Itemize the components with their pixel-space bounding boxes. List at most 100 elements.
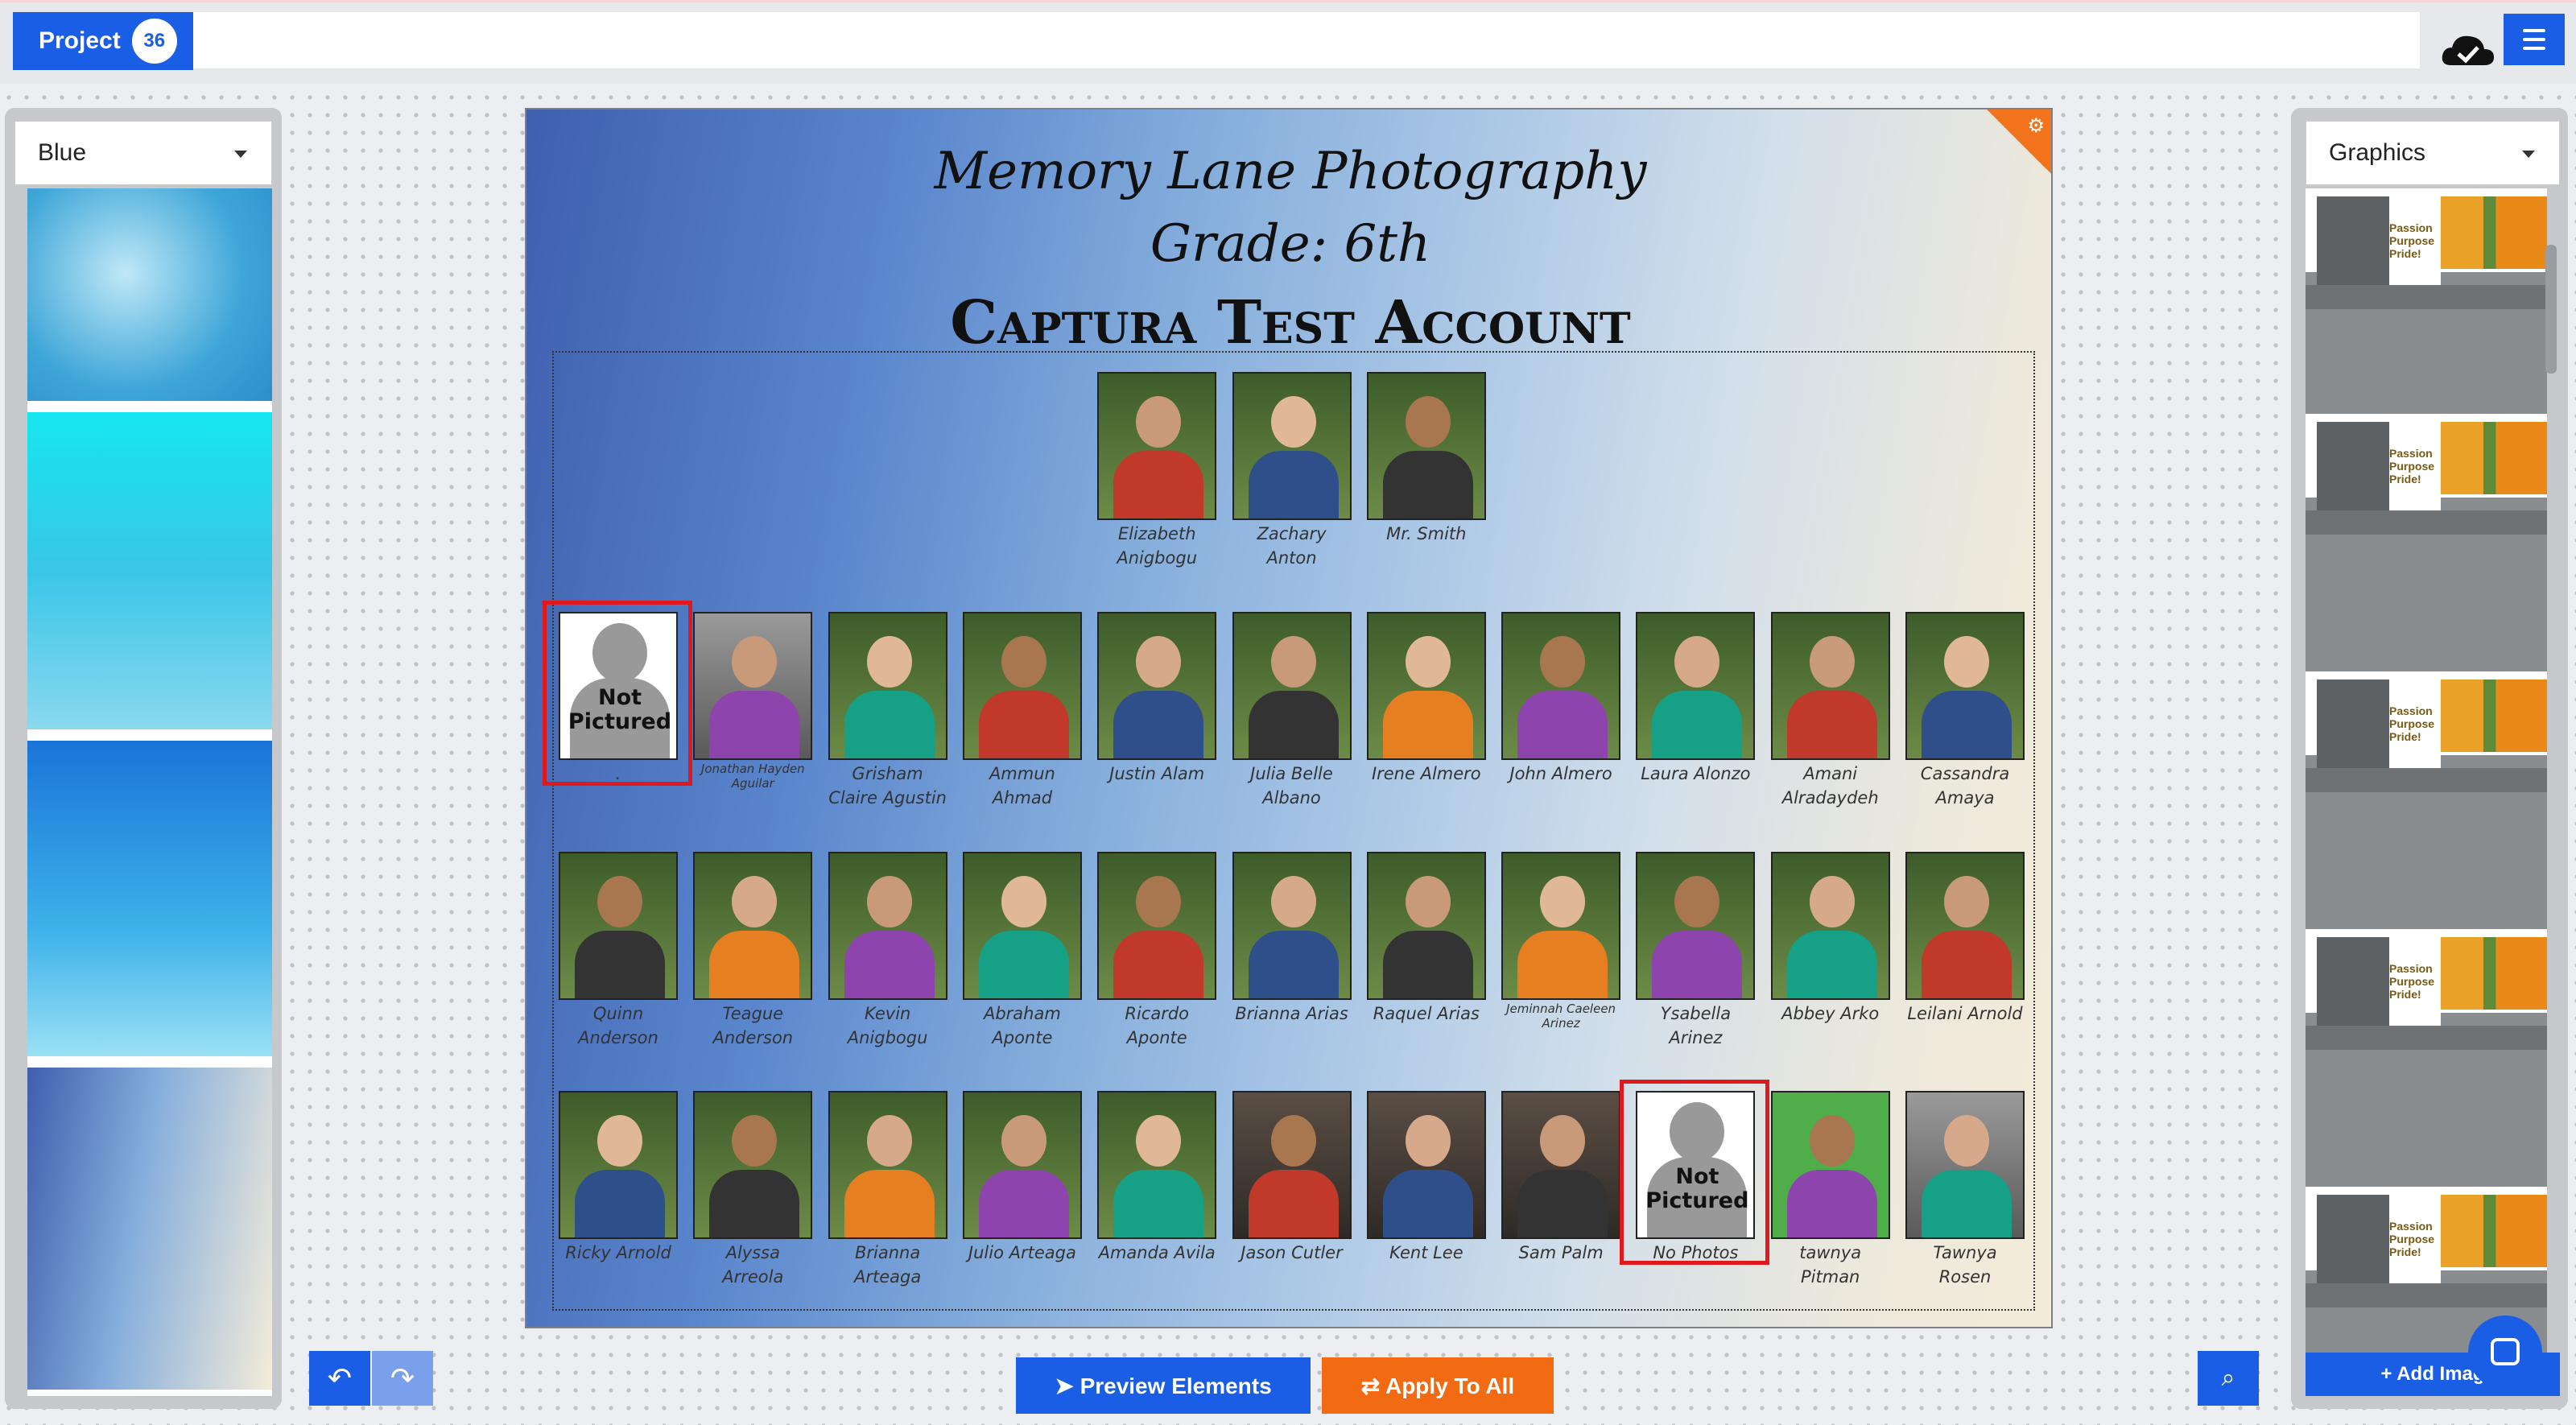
- student-card[interactable]: Kevin Anigbogu: [828, 852, 947, 1050]
- student-photo[interactable]: [1905, 612, 2025, 760]
- student-card[interactable]: Amani Alradaydeh: [1770, 612, 1890, 810]
- student-photo[interactable]: Not Pictured: [559, 612, 678, 760]
- student-photo[interactable]: [693, 612, 813, 760]
- cloud-saved-icon[interactable]: [2439, 30, 2496, 70]
- student-card[interactable]: Brianna Arteaga: [828, 1091, 947, 1289]
- student-name[interactable]: Elizabeth Anigbogu: [1097, 522, 1216, 570]
- student-card[interactable]: Abbey Arko: [1770, 852, 1890, 1026]
- student-name[interactable]: Brianna Arteaga: [828, 1241, 947, 1289]
- student-card[interactable]: Ysabella Arinez: [1636, 852, 1756, 1050]
- studio-title[interactable]: Memory Lane Photography: [526, 142, 2051, 201]
- student-photo[interactable]: [1366, 372, 1486, 520]
- student-photo[interactable]: [1770, 612, 1890, 760]
- student-name[interactable]: Teague Anderson: [693, 1002, 812, 1050]
- student-photo[interactable]: [693, 1091, 813, 1239]
- graphics-category-dropdown[interactable]: Graphics: [2306, 121, 2560, 185]
- student-name[interactable]: Kevin Anigbogu: [828, 1002, 947, 1050]
- student-photo[interactable]: [1232, 852, 1352, 1000]
- student-card[interactable]: Brianna Arias: [1232, 852, 1352, 1026]
- student-photo[interactable]: [962, 1091, 1082, 1239]
- background-thumbnail[interactable]: [27, 741, 272, 1056]
- student-photo[interactable]: [1501, 1091, 1621, 1239]
- student-name[interactable]: tawnya Pitman: [1771, 1241, 1890, 1289]
- student-photo[interactable]: [828, 1091, 947, 1239]
- student-name[interactable]: Jason Cutler: [1232, 1241, 1352, 1265]
- student-card[interactable]: Tawnya Rosen: [1905, 1091, 2025, 1289]
- student-card[interactable]: Zachary Anton: [1232, 372, 1352, 570]
- student-card[interactable]: Abraham Aponte: [962, 852, 1082, 1050]
- graphic-thumbnail[interactable]: Passion Purpose Pride!: [2306, 333, 2547, 591]
- student-name[interactable]: Laura Alonzo: [1636, 762, 1755, 786]
- student-card[interactable]: Cassandra Amaya: [1905, 612, 2025, 810]
- student-card[interactable]: Kent Lee: [1366, 1091, 1486, 1265]
- project-name-input[interactable]: [193, 12, 2420, 70]
- student-card[interactable]: Ricky Arnold: [559, 1091, 678, 1265]
- student-photo[interactable]: [828, 612, 947, 760]
- student-photo[interactable]: [693, 852, 813, 1000]
- background-thumbnail[interactable]: [27, 1068, 272, 1390]
- student-card[interactable]: Laura Alonzo: [1636, 612, 1756, 786]
- student-name[interactable]: Amani Alradaydeh: [1771, 762, 1890, 810]
- student-name[interactable]: Justin Alam: [1097, 762, 1216, 786]
- graphics-list[interactable]: Passion Purpose Pride! Passion Purpose P…: [2306, 188, 2547, 1396]
- student-card[interactable]: Julia Belle Albano: [1232, 612, 1352, 810]
- student-name[interactable]: Mr. Smith: [1367, 522, 1486, 546]
- student-name[interactable]: Ysabella Arinez: [1636, 1002, 1755, 1050]
- student-name[interactable]: Irene Almero: [1367, 762, 1486, 786]
- student-name[interactable]: Zachary Anton: [1232, 522, 1352, 570]
- student-photo[interactable]: [1366, 852, 1486, 1000]
- student-photo[interactable]: [1636, 852, 1756, 1000]
- student-name[interactable]: Quinn Anderson: [559, 1002, 678, 1050]
- student-card[interactable]: Irene Almero: [1366, 612, 1486, 786]
- student-name[interactable]: Kent Lee: [1367, 1241, 1486, 1265]
- student-photo[interactable]: [559, 852, 678, 1000]
- student-name[interactable]: Alyssa Arreola: [693, 1241, 812, 1289]
- student-name[interactable]: Abraham Aponte: [963, 1002, 1082, 1050]
- student-name[interactable]: Ricky Arnold: [559, 1241, 678, 1265]
- background-thumbnail[interactable]: [27, 412, 272, 729]
- student-photo[interactable]: [962, 612, 1082, 760]
- student-card[interactable]: Ricardo Aponte: [1097, 852, 1217, 1050]
- apply-to-all-button[interactable]: ⇄ Apply To All: [1322, 1357, 1554, 1414]
- student-name[interactable]: Ricardo Aponte: [1097, 1002, 1216, 1050]
- student-photo[interactable]: Not Pictured: [1636, 1091, 1756, 1239]
- graphics-scrollbar[interactable]: [2545, 245, 2557, 374]
- student-card[interactable]: Ammun Ahmad: [962, 612, 1082, 810]
- student-card[interactable]: Raquel Arias: [1366, 852, 1486, 1026]
- student-photo[interactable]: [1770, 1091, 1890, 1239]
- student-name[interactable]: Jeminnah Caeleen Arinez: [1501, 1002, 1620, 1031]
- student-card[interactable]: Teague Anderson: [693, 852, 813, 1050]
- composite-canvas[interactable]: ⚙ Memory Lane Photography Grade: 6th Cap…: [525, 108, 2053, 1328]
- student-card[interactable]: Justin Alam: [1097, 612, 1217, 786]
- student-photo[interactable]: [962, 852, 1082, 1000]
- student-card[interactable]: Grisham Claire Agustin: [828, 612, 947, 810]
- student-photo[interactable]: [1366, 1091, 1486, 1239]
- student-photo[interactable]: [1232, 1091, 1352, 1239]
- student-photo[interactable]: [1770, 852, 1890, 1000]
- student-name[interactable]: Sam Palm: [1501, 1241, 1620, 1265]
- student-name[interactable]: Brianna Arias: [1232, 1002, 1352, 1026]
- student-name[interactable]: Julia Belle Albano: [1232, 762, 1352, 810]
- student-card[interactable]: Elizabeth Anigbogu: [1097, 372, 1217, 570]
- student-photo[interactable]: [1905, 852, 2025, 1000]
- student-card[interactable]: Not Pictured No Photos: [1636, 1091, 1756, 1265]
- student-card[interactable]: Leilani Arnold: [1905, 852, 2025, 1026]
- hamburger-menu-button[interactable]: [2504, 14, 2565, 65]
- student-photo[interactable]: [1097, 1091, 1217, 1239]
- preview-elements-button[interactable]: ➤ Preview Elements: [1016, 1357, 1311, 1414]
- student-name[interactable]: Grisham Claire Agustin: [828, 762, 947, 810]
- student-name[interactable]: Raquel Arias: [1367, 1002, 1486, 1026]
- student-photo[interactable]: [1501, 852, 1621, 1000]
- redo-button[interactable]: ↷: [372, 1351, 433, 1406]
- student-name[interactable]: John Almero: [1501, 762, 1620, 786]
- student-photo[interactable]: [1232, 612, 1352, 760]
- student-photo[interactable]: [559, 1091, 678, 1239]
- student-card[interactable]: Jeminnah Caeleen Arinez: [1501, 852, 1621, 1031]
- student-name[interactable]: Abbey Arko: [1771, 1002, 1890, 1026]
- student-photo[interactable]: [1097, 372, 1217, 520]
- student-name[interactable]: Ammun Ahmad: [963, 762, 1082, 810]
- student-photo[interactable]: [1905, 1091, 2025, 1239]
- zoom-search-button[interactable]: ⌕: [2198, 1351, 2259, 1406]
- graphic-thumbnail[interactable]: Passion Purpose Pride!: [2306, 591, 2547, 849]
- student-card[interactable]: Quinn Anderson: [559, 852, 678, 1050]
